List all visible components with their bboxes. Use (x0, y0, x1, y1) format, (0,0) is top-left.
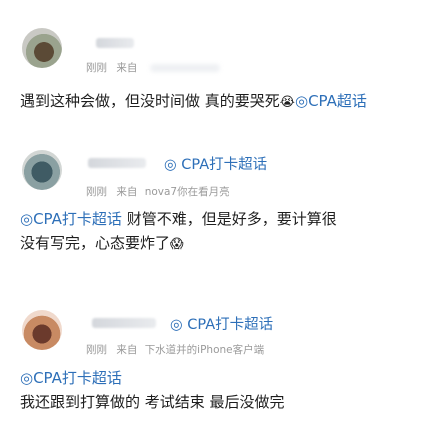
topic-tag-header[interactable]: ◎ CPA打卡超话 (164, 153, 267, 174)
post-text-line: 我还跟到打算做的 考试结束 最后没做完 (20, 393, 285, 411)
source-blurred (150, 64, 220, 72)
post-meta: 刚刚 来自 nova7你在看月亮 (86, 184, 230, 199)
username-blurred[interactable] (88, 158, 146, 168)
post-meta: 刚刚 来自 下水道并的iPhone客户端 (86, 342, 264, 357)
post-source-label: 来自 (116, 186, 138, 198)
username-blurred[interactable] (96, 38, 134, 48)
topic-tag-link[interactable]: ◎CPA打卡超话 (20, 210, 122, 228)
crying-emoji-icon: 😭 (279, 95, 295, 110)
post-device[interactable]: nova7你在看月亮 (145, 186, 230, 198)
post-time: 刚刚 (86, 62, 107, 74)
scream-emoji-icon: 😱 (170, 237, 184, 252)
topic-tag-link[interactable]: ◎CPA超话 (295, 92, 367, 110)
topic-tag-link[interactable]: ◎CPA打卡超话 (20, 369, 122, 387)
post-meta: 刚刚 来自 (86, 60, 137, 75)
post-text-line-1: ◎CPA打卡超话 财管不难，但是好多，要计算很 (20, 210, 337, 228)
post-text: 遇到这种会做，但没时间做 真的要哭死😭◎CPA超话 (20, 89, 367, 115)
avatar[interactable] (22, 150, 62, 190)
topic-tag-header[interactable]: ◎ CPA打卡超话 (170, 313, 273, 334)
post-time: 刚刚 (86, 186, 107, 198)
post-source-label: 来自 (116, 344, 138, 356)
avatar[interactable] (22, 28, 62, 68)
post-text-line-2: 没有写完，心态要炸了😱 (20, 231, 184, 257)
post-device[interactable]: 下水道并的iPhone客户端 (145, 344, 264, 356)
post-source-label: 来自 (116, 62, 138, 74)
post-text-tag-line: ◎CPA打卡超话 (20, 366, 122, 390)
post-time: 刚刚 (86, 344, 107, 356)
avatar[interactable] (22, 310, 62, 350)
username-blurred[interactable] (92, 318, 156, 328)
